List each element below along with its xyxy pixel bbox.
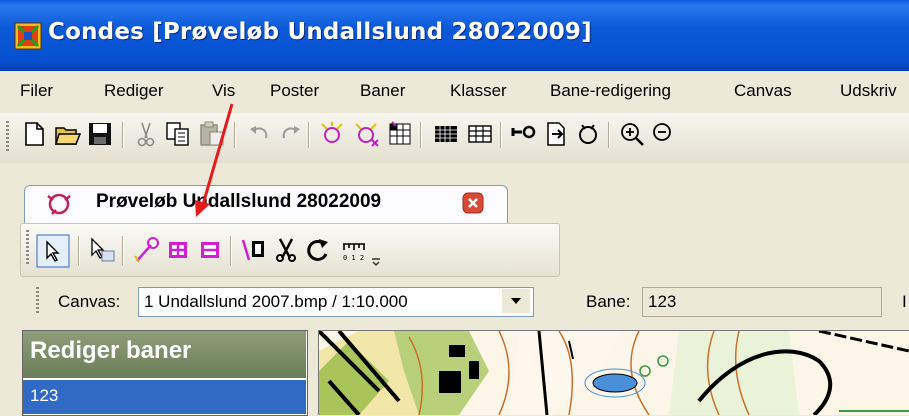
toolbar-separator xyxy=(122,236,124,266)
toolbar-separator xyxy=(78,236,80,266)
app-icon xyxy=(14,22,42,50)
title-bar: Condes [Prøveløb Undallslund 28022009] xyxy=(0,0,909,71)
draw-leg-icon[interactable] xyxy=(132,236,160,264)
canvas-bar-grip[interactable] xyxy=(36,287,39,315)
course-document-icon xyxy=(47,193,71,215)
chevron-down-icon xyxy=(511,298,521,304)
toolbar-separator xyxy=(420,122,422,148)
menu-bar: Filer Rediger Vis Poster Baner Klasser B… xyxy=(0,71,909,113)
menu-canvas[interactable]: Canvas xyxy=(734,81,792,101)
ruler-scale-icon[interactable]: 0 1 2 xyxy=(340,236,368,264)
window-title: Condes [Prøveløb Undallslund 28022009] xyxy=(48,19,592,45)
course-panel-title: Rediger baner xyxy=(30,337,192,364)
toolbar-grip[interactable] xyxy=(6,121,9,151)
menu-rediger[interactable]: Rediger xyxy=(104,81,164,101)
menu-udskriv[interactable]: Udskriv xyxy=(840,81,897,101)
map-canvas[interactable] xyxy=(318,330,909,415)
bane-label: Bane: xyxy=(586,292,631,311)
zoom-out-icon[interactable] xyxy=(648,120,676,148)
close-tab-icon[interactable] xyxy=(462,192,484,214)
cut-icon[interactable] xyxy=(132,120,160,148)
overflow-chevron-icon[interactable] xyxy=(370,256,382,268)
menu-filer[interactable]: Filer xyxy=(20,81,53,101)
bane-field[interactable] xyxy=(642,287,882,317)
svg-text:0 1 2: 0 1 2 xyxy=(343,254,364,262)
menu-vis[interactable]: Vis xyxy=(212,81,235,101)
start-icon[interactable] xyxy=(510,120,538,148)
add-control-icon[interactable] xyxy=(318,120,346,148)
loop-icon[interactable] xyxy=(574,120,602,148)
bane-value: 123 xyxy=(648,292,677,311)
menu-poster[interactable]: Poster xyxy=(270,81,319,101)
undo-icon[interactable] xyxy=(246,120,274,148)
rotate-icon[interactable] xyxy=(304,236,332,264)
toolbar-separator xyxy=(608,122,610,148)
save-icon[interactable] xyxy=(86,120,114,148)
canvas-dropdown-button[interactable] xyxy=(502,289,530,313)
add-marker-icon[interactable] xyxy=(164,236,192,264)
finish-icon[interactable] xyxy=(542,120,570,148)
control-description-icon[interactable] xyxy=(386,120,414,148)
canvas-select-value: 1 Undallslund 2007.bmp / 1:10.000 xyxy=(144,292,408,311)
open-icon[interactable] xyxy=(54,120,82,148)
grid-icon[interactable] xyxy=(432,120,460,148)
map-exchange-icon[interactable] xyxy=(240,236,268,264)
toolbar-separator xyxy=(122,122,124,148)
trailing-label: I xyxy=(902,292,907,311)
redo-icon[interactable] xyxy=(276,120,304,148)
menu-klasser[interactable]: Klasser xyxy=(450,81,507,101)
canvas-label: Canvas: xyxy=(58,292,121,311)
course-list-item-label: 123 xyxy=(30,386,59,405)
toolbar-separator xyxy=(308,122,310,148)
delete-control-icon[interactable] xyxy=(352,120,380,148)
toolbar-separator xyxy=(500,122,502,148)
new-icon[interactable] xyxy=(20,120,48,148)
orienteering-map xyxy=(319,331,909,415)
remove-marker-icon[interactable] xyxy=(196,236,224,264)
edit-toolbar-grip[interactable] xyxy=(26,230,29,266)
table-icon[interactable] xyxy=(466,120,494,148)
cut-course-icon[interactable] xyxy=(272,236,300,264)
select-pointer-icon[interactable] xyxy=(36,234,70,268)
zoom-in-icon[interactable] xyxy=(618,120,646,148)
toolbar-separator xyxy=(230,236,232,266)
menu-bane-redigering[interactable]: Bane-redigering xyxy=(550,81,671,101)
course-list-item[interactable] xyxy=(23,380,306,414)
select-map-icon[interactable] xyxy=(88,236,116,264)
annotation-arrow xyxy=(195,103,234,217)
menu-baner[interactable]: Baner xyxy=(360,81,405,101)
